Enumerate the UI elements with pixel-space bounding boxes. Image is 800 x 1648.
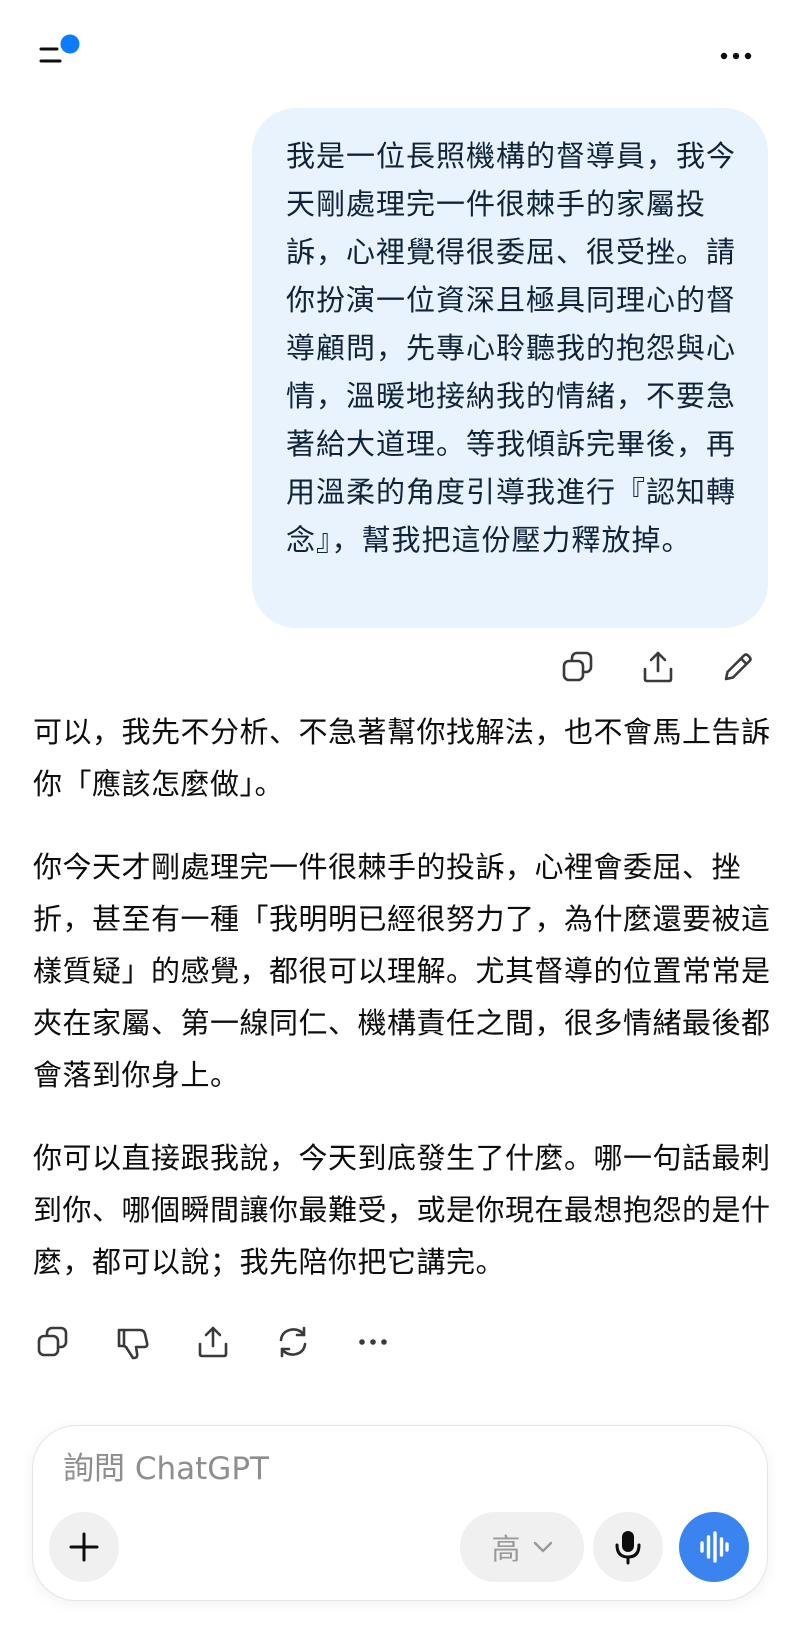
dictation-button[interactable] [593,1512,663,1582]
voice-waveform-icon [700,1531,729,1563]
copy-response-button[interactable] [30,1320,76,1364]
more-response-options-button[interactable] [350,1320,396,1364]
message-composer: 高 [32,1425,768,1601]
regenerate-icon [279,1326,307,1358]
assistant-paragraph: 你今天才剛處理完一件很棘手的投訴，心裡會委屈、挫折，甚至有一種「我明明已經很努力… [33,850,771,1092]
bad-response-button[interactable] [110,1320,156,1364]
microphone-icon [615,1531,641,1565]
edit-icon [724,653,752,681]
user-message-actions [555,645,761,689]
copy-message-button[interactable] [555,645,601,689]
share-response-button[interactable] [190,1320,236,1364]
chat-app: 我是一位長照機構的督導員，我今天剛處理完一件很棘手的家屬投訴，心裡覺得很委屈、很… [0,0,800,1648]
edit-message-button[interactable] [715,645,761,689]
more-options-button[interactable] [710,34,770,78]
copy-icon [37,1326,68,1357]
assistant-message-actions [30,1320,396,1366]
message-input[interactable] [63,1444,723,1494]
assistant-paragraph: 你可以直接跟我說，今天到底發生了什麼。哪一句話最刺到你、哪個瞬間讓你最難受，或是… [33,1141,771,1279]
share-icon [198,1326,228,1358]
more-horizontal-icon [359,1339,387,1345]
sidebar-menu-icon [39,34,80,63]
regenerate-button[interactable] [270,1320,316,1364]
share-icon [643,651,673,683]
assistant-paragraph: 可以，我先不分析、不急著幫你找解法，也不會馬上告訴你「應該怎麼做」。 [33,715,771,801]
assistant-message: 可以，我先不分析、不急著幫你找解法，也不會馬上告訴你「應該怎麼做」。 你今天才剛… [33,706,773,1319]
share-message-button[interactable] [635,645,681,689]
user-message-bubble: 我是一位長照機構的督導員，我今天剛處理完一件很棘手的家屬投訴，心裡覺得很委屈、很… [252,108,768,628]
sidebar-menu-button[interactable] [30,28,90,80]
voice-mode-button[interactable] [679,1512,749,1582]
effort-label: 高 [491,1532,521,1566]
add-attachment-button[interactable] [49,1512,119,1582]
user-message-text: 我是一位長照機構的督導員，我今天剛處理完一件很棘手的家屬投訴，心裡覺得很委屈、很… [286,139,737,557]
plus-icon [69,1532,99,1562]
chevron-down-icon [533,1541,552,1553]
reasoning-effort-selector[interactable]: 高 [460,1512,584,1582]
more-horizontal-icon [720,52,752,60]
thumbs-down-icon [117,1328,149,1360]
notification-dot [60,34,80,54]
top-bar [0,0,800,110]
copy-icon [562,651,593,682]
